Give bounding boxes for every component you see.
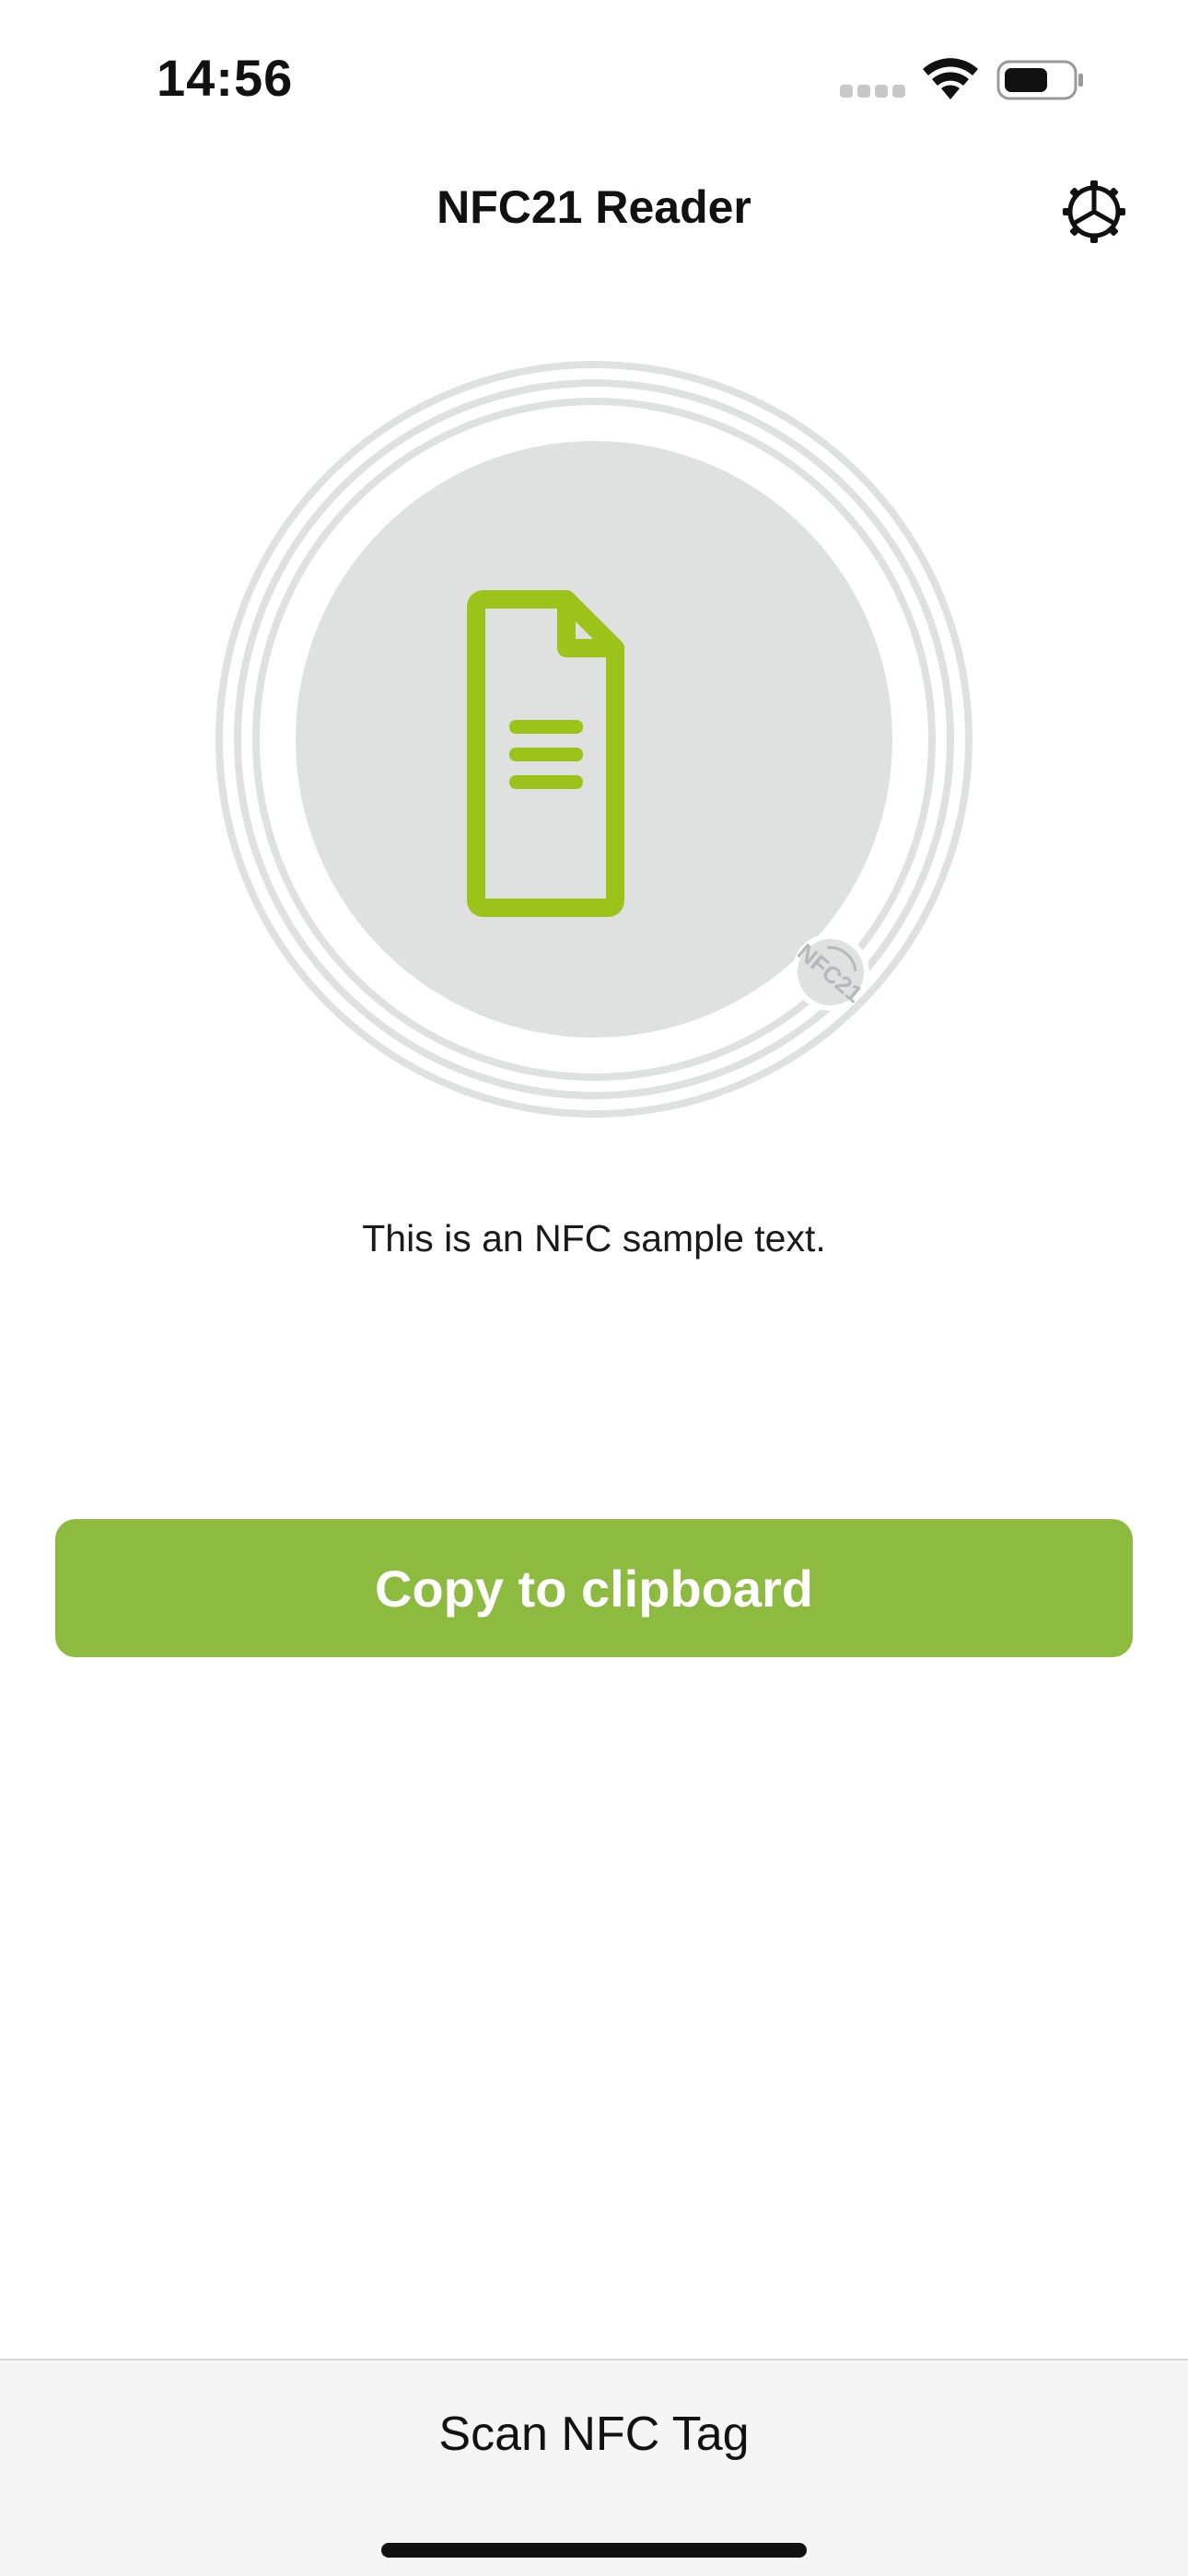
nfc-tag-illustration: NFC21: [212, 357, 976, 1121]
scan-nfc-tag-button[interactable]: Scan NFC Tag: [0, 2388, 1188, 2480]
gear-icon: [1063, 180, 1125, 243]
home-indicator[interactable]: [381, 2543, 807, 2558]
cellular-signal-icon: [840, 85, 905, 98]
nfc-message-text: This is an NFC sample text.: [362, 1217, 826, 1259]
battery-icon: [996, 60, 1083, 100]
bottom-toolbar: Scan NFC Tag: [0, 2359, 1188, 2576]
settings-button[interactable]: [1057, 175, 1131, 249]
status-time: 14:56: [157, 49, 294, 107]
wifi-icon: [923, 58, 978, 99]
copy-to-clipboard-button[interactable]: Copy to clipboard: [55, 1519, 1133, 1657]
status-bar: 14:56: [0, 0, 1188, 157]
page-title: NFC21 Reader: [437, 181, 751, 233]
